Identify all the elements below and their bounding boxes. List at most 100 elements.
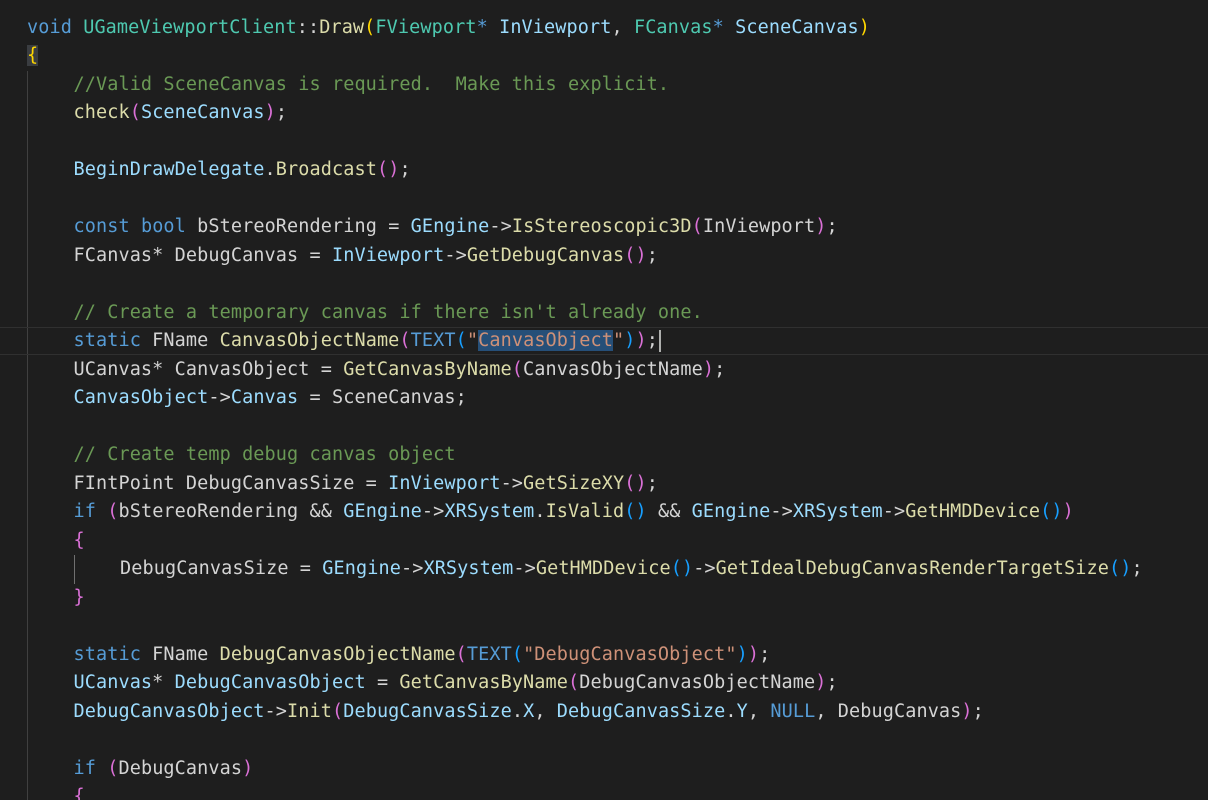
code-token: GetDebugCanvas: [466, 244, 625, 266]
code-line[interactable]: UCanvas* DebugCanvasObject = GetCanvasBy…: [74, 669, 838, 698]
code-line[interactable]: if (DebugCanvas): [74, 755, 254, 784]
code-token: .: [725, 700, 737, 722]
code-line[interactable]: static FName DebugCanvasObjectName(TEXT(…: [74, 641, 771, 670]
code-token: (: [511, 643, 524, 665]
code-token: &&: [646, 501, 692, 522]
code-token: FCanvas* DebugCanvas =: [73, 244, 332, 266]
code-token: ): [961, 700, 973, 722]
code-token: .: [264, 159, 276, 180]
code-token: Broadcast: [275, 159, 377, 180]
code-token: ): [815, 672, 827, 693]
code-token: // Create a temporary canvas if there is…: [73, 301, 703, 323]
code-token: bStereoRendering &&: [118, 501, 344, 522]
code-line[interactable]: void UGameViewportClient::Draw(FViewport…: [27, 14, 870, 43]
code-token: ;: [399, 159, 411, 180]
code-token: XRSystem: [423, 558, 514, 579]
code-token: FIntPoint DebugCanvasSize =: [73, 472, 389, 494]
code-line[interactable]: FIntPoint DebugCanvasSize = InViewport->…: [74, 470, 658, 499]
code-line[interactable]: }: [74, 584, 85, 613]
code-token: InViewport: [331, 244, 445, 266]
code-line[interactable]: UCanvas* CanvasObject = GetCanvasByName(…: [74, 356, 726, 385]
code-token: (): [624, 501, 647, 522]
code-token: (: [455, 330, 467, 351]
code-token: "DebugCanvasObject": [523, 643, 737, 665]
code-token: SceneCanvas: [735, 16, 859, 38]
code-token: static: [73, 643, 141, 665]
code-token: ;: [826, 672, 838, 693]
code-token: DebugCanvasObjectName: [219, 643, 456, 665]
code-token: ->: [513, 558, 536, 579]
code-token: GetCanvasByName: [343, 358, 512, 380]
code-token: ->: [208, 387, 231, 408]
code-token: ,: [534, 700, 557, 722]
code-line[interactable]: DebugCanvasSize = GEngine->XRSystem->Get…: [120, 555, 1143, 584]
code-line[interactable]: DebugCanvasObject->Init(DebugCanvasSize.…: [74, 698, 984, 727]
code-token: GEngine: [343, 501, 422, 522]
code-line[interactable]: CanvasObject->Canvas = SceneCanvas;: [74, 384, 467, 413]
code-line[interactable]: if (bStereoRendering && GEngine->XRSyste…: [74, 498, 1074, 527]
code-line[interactable]: check(SceneCanvas);: [74, 99, 288, 128]
code-token: (: [568, 672, 580, 693]
code-token: (: [107, 501, 119, 522]
code-token: GetHMDDevice: [905, 501, 1041, 522]
code-token: InViewport: [499, 16, 612, 38]
code-token: CanvasObject: [73, 387, 209, 408]
code-token: ;: [1131, 558, 1143, 579]
code-token: (: [129, 102, 141, 123]
code-token: ->: [882, 501, 906, 522]
code-token: (): [670, 558, 694, 579]
code-token: (): [1109, 558, 1132, 579]
code-token: FViewport: [375, 16, 477, 38]
code-token: ): [635, 330, 647, 351]
code-token: ;: [646, 472, 658, 494]
code-token: //Valid SceneCanvas is required. Make th…: [73, 73, 670, 95]
code-token: IsValid: [545, 501, 625, 522]
code-line[interactable]: {: [74, 783, 85, 800]
code-token: TEXT: [410, 330, 456, 351]
code-token: ): [747, 643, 760, 665]
code-token: ): [624, 330, 636, 351]
code-line[interactable]: BeginDrawDelegate.Broadcast();: [74, 156, 411, 185]
code-editor[interactable]: void UGameViewportClient::Draw(FViewport…: [0, 0, 1208, 800]
code-token: bool: [140, 216, 186, 237]
code-token: (): [376, 159, 400, 180]
indent-guide-active: [73, 555, 75, 584]
code-token: ": [466, 330, 479, 351]
code-line[interactable]: //Valid SceneCanvas is required. Make th…: [74, 71, 670, 100]
code-token: GetHMDDevice: [535, 558, 671, 579]
code-token: TEXT: [466, 643, 512, 665]
code-token: (): [624, 472, 647, 494]
code-token: ;: [275, 102, 288, 123]
code-token: CanvasObjectName: [219, 330, 400, 351]
code-token: (: [691, 216, 703, 237]
code-line[interactable]: // Create a temporary canvas if there is…: [74, 299, 703, 328]
code-token: DebugCanvasObject: [174, 672, 366, 693]
code-token: Canvas: [230, 387, 299, 408]
code-token: UCanvas: [73, 672, 153, 693]
code-token: ;: [972, 700, 984, 722]
code-token: {: [73, 786, 85, 800]
code-token: ): [702, 358, 715, 380]
code-line[interactable]: const bool bStereoRendering = GEngine->I…: [74, 213, 838, 242]
code-token: ->: [489, 216, 512, 237]
code-line[interactable]: {: [74, 527, 85, 556]
code-token: (): [1040, 501, 1063, 522]
code-token: GEngine: [322, 558, 401, 579]
code-line[interactable]: {: [27, 42, 39, 71]
code-line[interactable]: // Create temp debug canvas object: [74, 441, 456, 470]
code-token: }: [73, 586, 85, 608]
code-token: (: [511, 358, 524, 380]
code-line[interactable]: FCanvas* DebugCanvas = InViewport->GetDe…: [74, 242, 658, 271]
code-token: ): [815, 216, 827, 237]
code-token: DebugCanvasObjectName: [579, 672, 816, 693]
code-token: GEngine: [691, 501, 771, 522]
indent-guide: [27, 70, 28, 800]
code-token: GetSizeXY: [523, 472, 625, 494]
code-line[interactable]: static FName CanvasObjectName(TEXT("Canv…: [74, 327, 661, 356]
code-token: ;: [826, 216, 838, 237]
code-token: = SceneCanvas;: [298, 387, 467, 408]
code-token: FName: [140, 330, 220, 351]
code-token: {: [27, 45, 39, 66]
